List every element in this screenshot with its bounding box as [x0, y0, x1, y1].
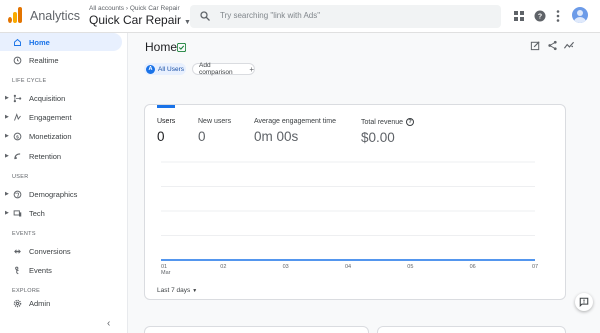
- help-icon[interactable]: ?: [533, 9, 547, 23]
- users-line-chart: 01 02 03 04 05 06 07Mar: [161, 161, 538, 276]
- secondary-card: [377, 326, 566, 333]
- expand-arrow-icon: ▶: [5, 133, 9, 139]
- sidebar-item-label: Realtime: [29, 55, 59, 65]
- sidebar-item-label: Engagement: [29, 112, 72, 122]
- section-title-events: EVENTS: [12, 231, 36, 237]
- insights-icon[interactable]: [563, 39, 575, 51]
- more-vert-icon[interactable]: [551, 9, 565, 23]
- feedback-icon: [579, 297, 589, 307]
- sidebar-item-label: Demographics: [29, 189, 78, 199]
- monetization-icon: $: [12, 131, 22, 141]
- section-title-lifecycle: LIFE CYCLE: [12, 78, 47, 84]
- caret-down-icon: ▼: [192, 288, 198, 294]
- expand-arrow-icon: ▶: [5, 210, 9, 216]
- account-avatar[interactable]: [572, 7, 588, 23]
- expand-arrow-icon: ▶: [5, 153, 9, 159]
- secondary-card: [144, 326, 369, 333]
- sidebar-item-admin[interactable]: Admin: [0, 294, 122, 312]
- sidebar-item-engagement[interactable]: ▶ Engagement: [0, 108, 122, 126]
- x-tick-label: 02: [220, 264, 226, 270]
- events-icon: [12, 265, 22, 275]
- expand-arrow-icon: ▶: [5, 114, 9, 120]
- x-tick-label: 05: [407, 264, 413, 270]
- app-title: Analytics: [30, 9, 81, 23]
- page-title: Home: [145, 40, 178, 54]
- expand-arrow-icon: ▶: [5, 191, 9, 197]
- add-comparison-label: Add comparison: [199, 62, 233, 76]
- sidebar-item-tech[interactable]: ▶ Tech: [0, 204, 122, 222]
- expand-arrow-icon: ▶: [5, 95, 9, 101]
- add-comparison-button[interactable]: Add comparison +: [192, 62, 255, 76]
- acquisition-icon: [12, 93, 22, 103]
- sidebar-item-home[interactable]: Home: [0, 33, 122, 51]
- feedback-button[interactable]: [575, 293, 593, 311]
- sidebar-item-label: Admin: [29, 298, 51, 308]
- date-range-label: Last 7 days: [157, 287, 191, 294]
- tech-icon: [12, 208, 22, 218]
- segment-avatar: A: [146, 64, 155, 74]
- sidebar-item-label: Retention: [29, 151, 62, 161]
- overview-card: Users 0 New users 0 Average engagement t…: [144, 104, 566, 300]
- sidebar-item-retention[interactable]: ▶ Retention: [0, 147, 122, 165]
- sidebar-item-label: Monetization: [29, 131, 72, 141]
- search-bar[interactable]: Try searching "link with Ads": [190, 5, 501, 28]
- engagement-icon: [12, 112, 22, 122]
- apps-grid-icon[interactable]: [512, 9, 526, 23]
- x-tick-label: 07: [532, 264, 538, 270]
- section-title-user: USER: [12, 174, 29, 180]
- sidebar-item-monetization[interactable]: ▶ $ Monetization: [0, 127, 122, 145]
- sidebar-item-label: Home: [29, 37, 50, 47]
- collapse-sidebar-icon[interactable]: ‹: [107, 318, 110, 329]
- home-icon: [12, 37, 22, 47]
- verified-check-icon: [177, 43, 186, 52]
- breadcrumb[interactable]: All accounts › Quick Car Repair: [89, 5, 180, 12]
- sidebar-item-conversions[interactable]: Conversions: [0, 242, 122, 260]
- customize-report-icon[interactable]: [529, 39, 541, 51]
- sidebar-item-label: Tech: [29, 208, 45, 218]
- property-name: Quick Car Repair: [89, 13, 182, 27]
- clock-icon: [12, 55, 22, 65]
- sidebar: Home Realtime LIFE CYCLE ▶ Acquisition ▶…: [0, 33, 128, 333]
- x-tick-sublabel: Mar: [161, 270, 171, 276]
- sidebar-item-acquisition[interactable]: ▶ Acquisition: [0, 89, 122, 107]
- svg-text:?: ?: [538, 14, 542, 21]
- property-selector[interactable]: Quick Car Repair ▼: [89, 13, 191, 27]
- gear-icon: [12, 298, 22, 308]
- sidebar-item-label: Conversions: [29, 246, 71, 256]
- conversions-icon: [12, 246, 22, 256]
- sidebar-item-label: Events: [29, 265, 52, 275]
- svg-text:$: $: [16, 134, 19, 140]
- sidebar-item-events[interactable]: Events: [0, 261, 122, 279]
- sidebar-item-realtime[interactable]: Realtime: [0, 51, 122, 69]
- globe-icon: [12, 189, 22, 199]
- search-icon: [200, 11, 210, 21]
- sidebar-item-label: Acquisition: [29, 93, 66, 103]
- share-icon[interactable]: [546, 39, 558, 51]
- analytics-logo-icon[interactable]: [8, 7, 22, 23]
- retention-icon: [12, 151, 22, 161]
- sidebar-item-demographics[interactable]: ▶ Demographics: [0, 185, 122, 203]
- date-range-selector[interactable]: Last 7 days ▼: [157, 287, 197, 294]
- x-tick-label: 04: [345, 264, 351, 270]
- x-tick-label: 06: [470, 264, 476, 270]
- x-tick-label: 03: [283, 264, 289, 270]
- top-bar: Analytics All accounts › Quick Car Repai…: [0, 0, 600, 33]
- all-users-chip[interactable]: A All Users: [144, 63, 186, 75]
- plus-icon: +: [249, 64, 254, 74]
- search-placeholder: Try searching "link with Ads": [220, 11, 321, 20]
- chip-label: All Users: [158, 65, 185, 73]
